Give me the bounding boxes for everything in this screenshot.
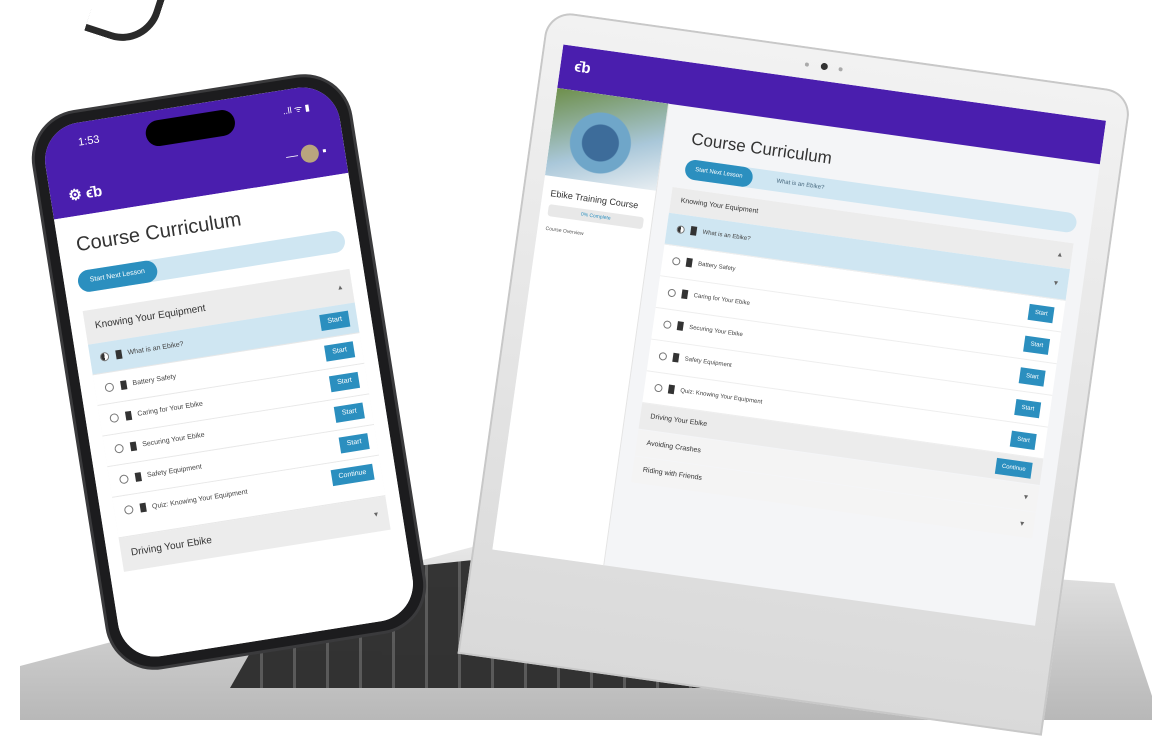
progress-circle-icon — [662, 320, 672, 330]
decorative-curve — [84, 0, 175, 52]
phone-device: 1:53 ..ll ᯤ ▮ ⚙ ϵ̄b — ▪ Course Curriculu… — [28, 70, 430, 674]
document-icon — [124, 410, 133, 421]
curriculum-panel: Course Curriculum Start Next Lesson Know… — [53, 172, 419, 662]
section-title: Knowing Your Equipment — [94, 302, 207, 332]
document-icon — [685, 257, 693, 268]
progress-circle-icon — [676, 225, 686, 235]
app-logo[interactable]: ϵ̄b — [573, 58, 592, 77]
section-knowing-your-equipment: Knowing Your Equipment ▴ What is an Ebik… — [82, 268, 386, 539]
laptop-lid: ϵ̄b Ebike Training Course 0% Complete Co… — [457, 10, 1133, 736]
minus-icon[interactable]: — — [285, 148, 299, 164]
start-lesson-button[interactable]: Start — [1018, 367, 1046, 387]
document-icon — [129, 441, 138, 452]
camera-sensor-left — [804, 62, 810, 67]
chevron-down-icon[interactable]: ▾ — [1052, 267, 1060, 298]
start-lesson-button[interactable]: Start — [324, 341, 356, 362]
course-hero-image — [544, 88, 669, 191]
chevron-down-icon[interactable]: ▾ — [1022, 484, 1030, 510]
document-icon — [676, 321, 684, 331]
gear-icon[interactable]: ⚙ — [67, 186, 83, 205]
brand-logo: ϵ̄b — [84, 182, 104, 203]
document-icon — [134, 472, 142, 482]
document-icon — [115, 349, 123, 360]
camera-sensor-right — [838, 67, 843, 72]
chevron-down-icon[interactable]: ▾ — [371, 498, 380, 532]
camera-icon — [820, 62, 829, 71]
avatar[interactable] — [299, 143, 321, 164]
section-title: Knowing Your Equipment — [680, 197, 759, 216]
status-time: 1:53 — [77, 133, 101, 149]
section-title: Riding with Friends — [642, 466, 703, 482]
start-lesson-button[interactable]: Start — [1023, 335, 1051, 355]
chevron-down-icon[interactable]: ▾ — [1018, 511, 1026, 537]
progress-circle-icon — [109, 412, 120, 424]
continue-button[interactable]: Continue — [330, 463, 375, 487]
lesson-label[interactable]: Battery Safety — [696, 250, 738, 286]
start-next-lesson-button[interactable]: Start Next Lesson — [683, 158, 754, 188]
chevron-up-icon[interactable]: ▴ — [336, 270, 345, 304]
progress-circle-icon — [653, 383, 663, 393]
progress-circle-icon — [99, 351, 110, 362]
document-icon — [690, 226, 698, 236]
header-actions: — ▪ — [285, 142, 328, 166]
document-icon — [139, 502, 147, 513]
start-lesson-button[interactable]: Start — [329, 371, 361, 393]
phone-screen: 1:53 ..ll ᯤ ▮ ⚙ ϵ̄b — ▪ Course Curriculu… — [39, 82, 419, 662]
status-icons: ..ll ᯤ ▮ — [281, 102, 311, 117]
laptop-screen: ϵ̄b Ebike Training Course 0% Complete Co… — [492, 44, 1107, 626]
progress-circle-icon — [113, 443, 125, 454]
document-icon — [120, 380, 128, 391]
app-logo[interactable]: ⚙ ϵ̄b — [67, 182, 103, 205]
lesson-label[interactable]: Safety Equipment — [682, 345, 733, 382]
start-next-lesson-button[interactable]: Start Next Lesson — [76, 259, 159, 294]
progress-circle-icon — [104, 382, 115, 393]
progress-circle-icon — [658, 351, 668, 361]
start-lesson-button[interactable]: Start — [319, 310, 351, 331]
start-lesson-button[interactable]: Start — [1010, 430, 1037, 450]
document-icon — [681, 289, 689, 300]
menu-icon[interactable]: ▪ — [321, 143, 327, 157]
continue-button[interactable]: Continue — [994, 457, 1033, 479]
dynamic-island — [143, 108, 237, 148]
progress-circle-icon — [671, 256, 681, 266]
next-lesson-label: What is an Ebike? — [775, 178, 825, 192]
chevron-up-icon[interactable]: ▴ — [1056, 241, 1064, 267]
start-lesson-button[interactable]: Start — [1014, 399, 1042, 419]
section-title: Avoiding Crashes — [646, 439, 702, 455]
progress-circle-icon — [118, 474, 130, 485]
start-lesson-button[interactable]: Start — [1027, 303, 1055, 324]
progress-circle-icon — [667, 288, 677, 298]
progress-circle-icon — [123, 504, 134, 516]
course-sidebar: Ebike Training Course 0% Complete Course… — [492, 88, 670, 566]
section-title: Driving Your Ebike — [130, 534, 213, 559]
start-lesson-button[interactable]: Start — [333, 402, 365, 423]
section-title: Driving Your Ebike — [649, 413, 708, 429]
start-lesson-button[interactable]: Start — [338, 433, 370, 454]
curriculum-panel: Course Curriculum Start Next Lesson What… — [631, 120, 1083, 539]
document-icon — [672, 352, 680, 363]
document-icon — [667, 384, 676, 395]
